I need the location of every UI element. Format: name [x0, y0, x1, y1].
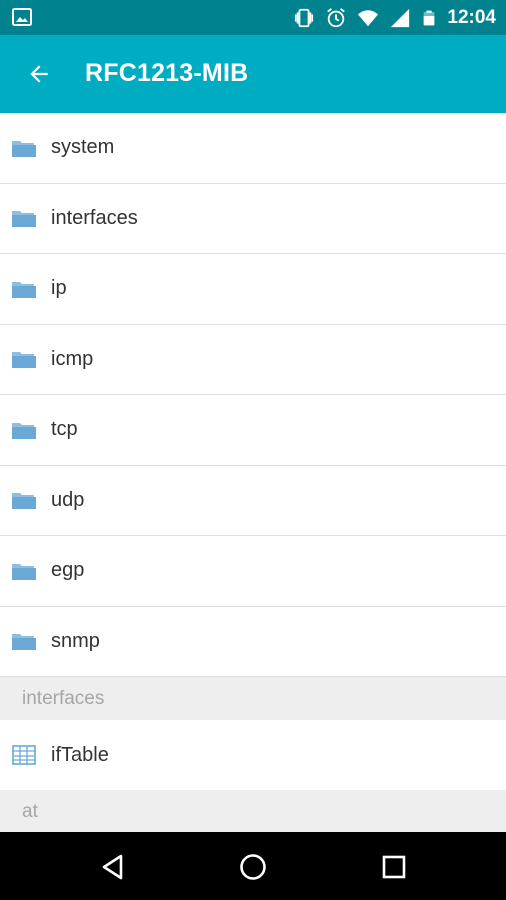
- image-icon: [12, 8, 32, 26]
- recents-square-icon: [382, 855, 406, 879]
- arrow-back-icon: [30, 65, 48, 83]
- folder-icon: [12, 563, 36, 580]
- status-bar: 12:04: [0, 0, 506, 35]
- wifi-icon: [358, 9, 379, 26]
- list-item-label: udp: [51, 488, 85, 511]
- list-item-label: icmp: [51, 347, 94, 370]
- list-item-label: tcp: [51, 418, 78, 441]
- battery-icon: [424, 10, 435, 25]
- list-item-label: snmp: [51, 629, 100, 652]
- section-header: at: [0, 790, 506, 833]
- folder-icon: [12, 281, 36, 298]
- folder-icon: [12, 211, 36, 228]
- list-item[interactable]: ifTable: [0, 720, 506, 790]
- folder-icon: [12, 493, 36, 510]
- list-item[interactable]: egp: [0, 536, 506, 607]
- list-item-label: interfaces: [51, 206, 138, 229]
- list-item[interactable]: udp: [0, 465, 506, 536]
- mib-tree-list: system interfaces ip icmp tcp udp egp sn…: [0, 113, 506, 833]
- list-item[interactable]: icmp: [0, 324, 506, 395]
- page-title: RFC1213-MIB: [85, 59, 249, 87]
- folder-icon: [12, 634, 36, 651]
- status-icons: 12:04: [293, 0, 496, 35]
- list-item[interactable]: snmp: [0, 606, 506, 677]
- app-bar: RFC1213-MIB: [0, 35, 506, 113]
- list-item-label: egp: [51, 559, 85, 582]
- signal-icon: [391, 8, 410, 27]
- list-item-label: ip: [51, 277, 67, 300]
- nav-back-button[interactable]: [96, 850, 130, 884]
- folder-icon: [12, 352, 36, 369]
- section-header: interfaces: [0, 677, 506, 720]
- list-item[interactable]: ip: [0, 254, 506, 325]
- folder-icon: [12, 422, 36, 439]
- nav-home-button[interactable]: [236, 850, 270, 884]
- status-time: 12:04: [447, 6, 496, 28]
- list-item-label: ifTable: [51, 743, 109, 766]
- navigation-bar: [0, 832, 506, 900]
- home-circle-icon: [240, 854, 266, 880]
- vibrate-icon: [295, 8, 314, 27]
- back-button[interactable]: [20, 57, 58, 91]
- back-triangle-icon: [102, 854, 123, 880]
- list-item[interactable]: interfaces: [0, 183, 506, 254]
- nav-recents-button[interactable]: [377, 850, 411, 884]
- list-item[interactable]: system: [0, 113, 506, 184]
- list-item[interactable]: tcp: [0, 395, 506, 466]
- alarm-icon: [327, 7, 346, 27]
- table-icon: [12, 745, 36, 765]
- list-item-label: system: [51, 136, 115, 159]
- folder-icon: [12, 140, 36, 157]
